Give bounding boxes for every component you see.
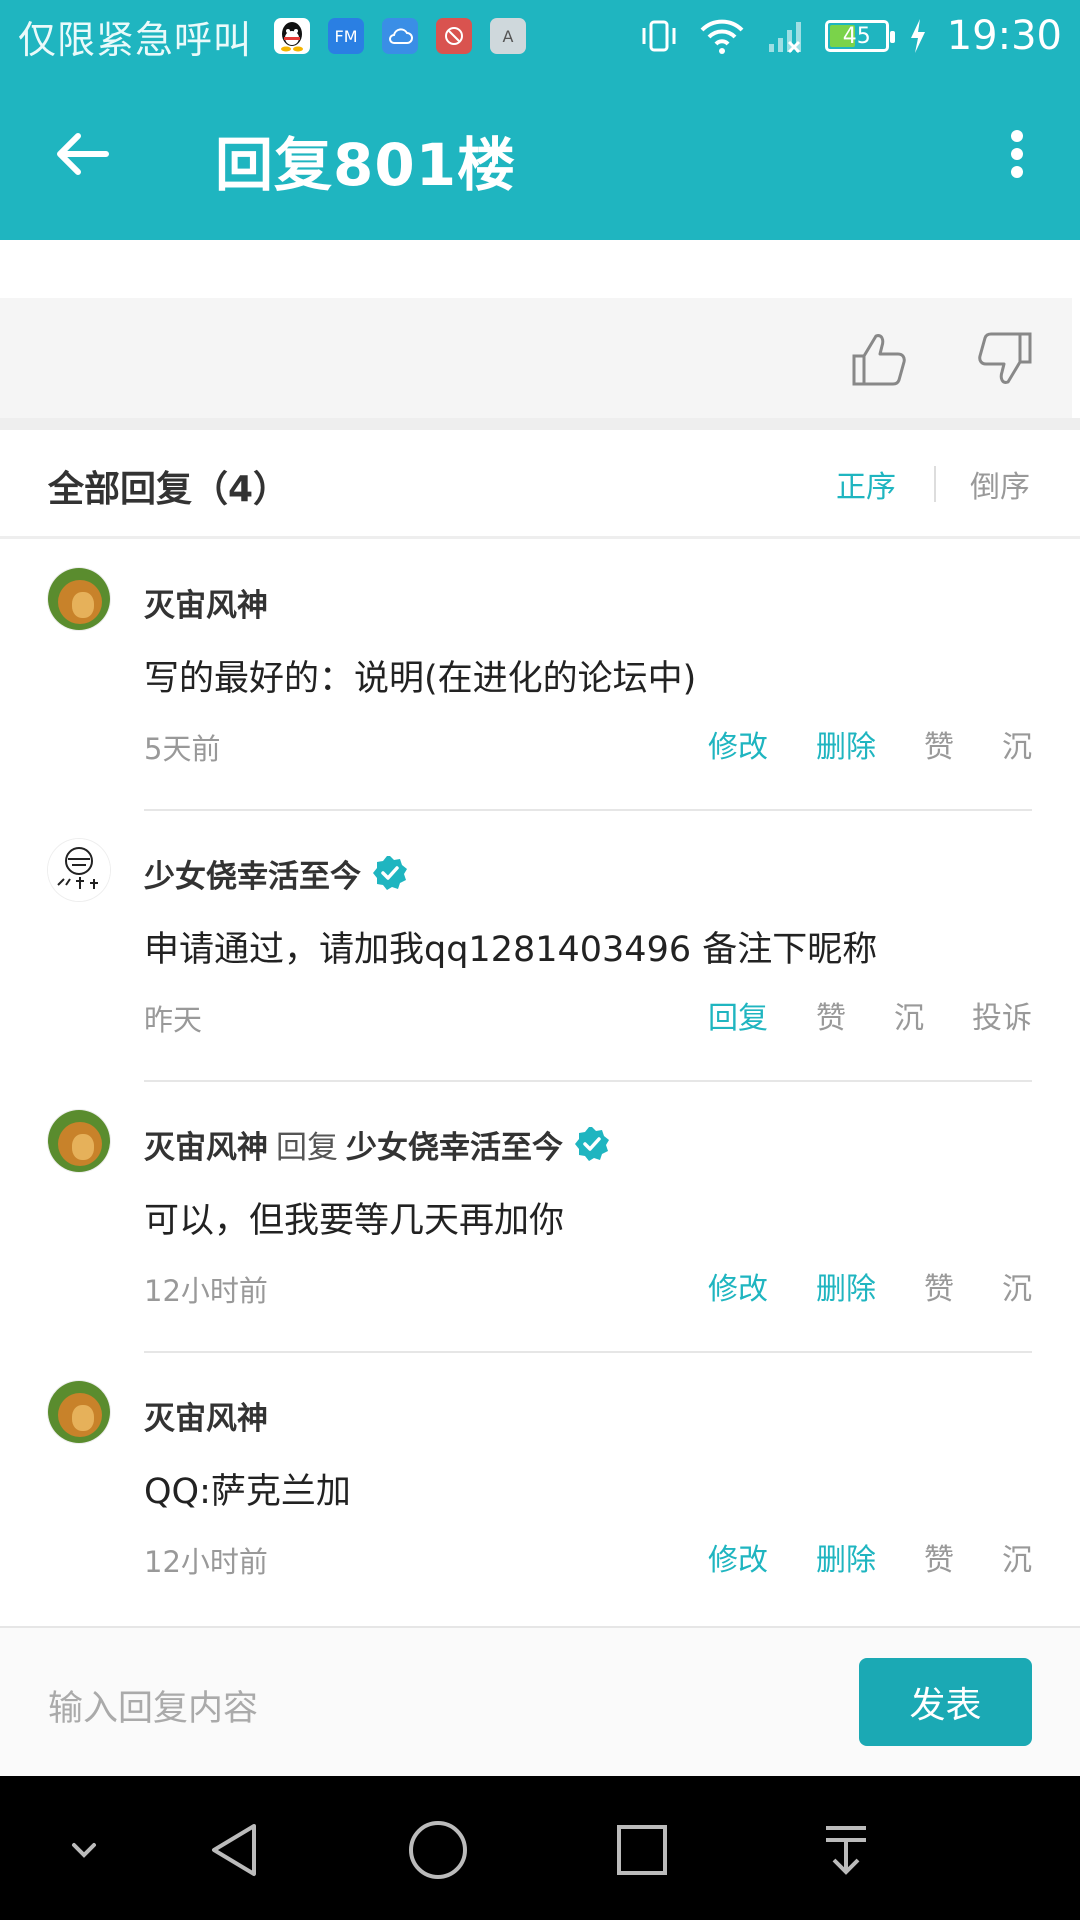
emergency-call-text: 仅限紧急呼叫	[18, 17, 253, 62]
reply-time: 12小时前	[144, 1545, 268, 1579]
reply-time: 昨天	[144, 1003, 203, 1037]
verified-badge-icon	[373, 856, 407, 890]
reply-time: 12小时前	[144, 1274, 268, 1308]
reply-input[interactable]: 输入回复内容	[48, 1680, 258, 1731]
reply-to-name[interactable]: 少女侥幸活至今	[346, 1122, 563, 1167]
nav-back-button[interactable]	[194, 1810, 274, 1890]
signal-icon	[768, 22, 801, 54]
delete-button[interactable]: 删除	[816, 1535, 876, 1579]
app-bar: 回复801楼	[0, 72, 1080, 240]
avatar[interactable]	[48, 568, 110, 630]
chevron-down-icon	[72, 1843, 96, 1858]
back-button[interactable]	[42, 114, 122, 194]
reply-item: 灭宙风神 回复 少女侥幸活至今 可以，但我要等几天再加你 12小时前 修改 删除…	[0, 1082, 1080, 1353]
like-reply-button[interactable]: 赞	[924, 722, 954, 766]
author-name[interactable]: 灭宙风神	[144, 1393, 268, 1438]
fm-app-icon: FM	[328, 18, 365, 54]
delete-button[interactable]: 删除	[816, 1264, 876, 1308]
like-button[interactable]	[848, 328, 910, 390]
cloud-app-icon	[382, 18, 419, 54]
navigation-bar	[0, 1776, 1080, 1920]
replies-header: 全部回复（4） 正序 倒序	[0, 430, 1080, 538]
reply-button[interactable]: 回复	[708, 993, 768, 1037]
edit-button[interactable]: 修改	[708, 1535, 768, 1579]
battery-level: 45	[842, 23, 871, 49]
reply-input-bar: 输入回复内容 发表	[0, 1626, 1080, 1776]
sort-ascending-button[interactable]: 正序	[836, 462, 896, 506]
nav-home-button[interactable]	[398, 1810, 478, 1890]
header-divider	[0, 536, 1080, 539]
edit-button[interactable]: 修改	[708, 1264, 768, 1308]
sort-separator	[934, 466, 936, 502]
avatar[interactable]	[48, 1381, 110, 1443]
author-name[interactable]: 灭宙风神	[144, 580, 268, 625]
pull-down-icon	[826, 1826, 866, 1875]
reply-item: 灭宙风神 写的最好的：说明(在进化的论坛中) 5天前 修改 删除 赞 沉	[0, 540, 1080, 811]
report-button[interactable]: 投诉	[972, 993, 1032, 1037]
more-vertical-icon	[1011, 130, 1023, 178]
wifi-icon	[700, 19, 744, 54]
avatar[interactable]	[48, 839, 110, 901]
section-divider	[0, 418, 1080, 430]
publish-button[interactable]: 发表	[859, 1658, 1032, 1746]
replies-count-title: 全部回复（4）	[48, 469, 290, 510]
status-bar: 仅限紧急呼叫 FM A 45 19:30	[0, 0, 1080, 72]
like-reply-button[interactable]: 赞	[924, 1264, 954, 1308]
text-app-icon: A	[490, 18, 527, 54]
author-name[interactable]: 灭宙风神	[144, 1122, 268, 1167]
verified-badge-icon	[575, 1127, 609, 1161]
page-title: 回复801楼	[215, 131, 517, 199]
avatar[interactable]	[48, 1110, 110, 1172]
sink-reply-button[interactable]: 沉	[1002, 1264, 1032, 1308]
clock: 19:30	[946, 13, 1062, 59]
reply-content: 可以，但我要等几天再加你	[144, 1201, 565, 1241]
reply-content: 写的最好的：说明(在进化的论坛中)	[144, 659, 697, 699]
thumbs-up-icon	[852, 334, 906, 386]
reply-time: 5天前	[144, 732, 221, 766]
battery-icon: 45	[824, 20, 895, 52]
like-reply-button[interactable]: 赞	[816, 993, 846, 1037]
sort-descending-button[interactable]: 倒序	[970, 462, 1030, 506]
reply-content: 申请通过，请加我qq1281403496 备注下昵称	[144, 930, 878, 970]
triangle-back-icon	[212, 1824, 256, 1876]
reply-to-label: 回复	[276, 1129, 338, 1166]
delete-button[interactable]: 删除	[816, 722, 876, 766]
square-recents-icon	[617, 1825, 667, 1875]
like-reply-button[interactable]: 赞	[924, 1535, 954, 1579]
thumbs-down-icon	[978, 332, 1032, 384]
dislike-button[interactable]	[974, 328, 1036, 390]
tool-app-icon	[436, 18, 473, 54]
reply-content: QQ:萨克兰加	[144, 1472, 351, 1512]
reply-item: 少女侥幸活至今 申请通过，请加我qq1281403496 备注下昵称 昨天 回复…	[0, 811, 1080, 1082]
hide-nav-button[interactable]	[44, 1810, 124, 1890]
author-name[interactable]: 少女侥幸活至今	[144, 851, 361, 896]
circle-home-icon	[409, 1821, 467, 1879]
sink-reply-button[interactable]: 沉	[1002, 1535, 1032, 1579]
arrow-left-icon	[57, 133, 109, 175]
edit-button[interactable]: 修改	[708, 722, 768, 766]
qq-icon	[274, 18, 311, 54]
notification-pull-button[interactable]	[806, 1810, 886, 1890]
sink-reply-button[interactable]: 沉	[1002, 722, 1032, 766]
more-options-button[interactable]	[982, 114, 1052, 194]
vote-area	[0, 298, 1072, 418]
sink-reply-button[interactable]: 沉	[894, 993, 924, 1037]
vibrate-icon	[642, 20, 676, 52]
nav-recents-button[interactable]	[602, 1810, 682, 1890]
reply-item: 灭宙风神 QQ:萨克兰加 12小时前 修改 删除 赞 沉	[0, 1353, 1080, 1624]
charging-icon	[910, 19, 925, 53]
